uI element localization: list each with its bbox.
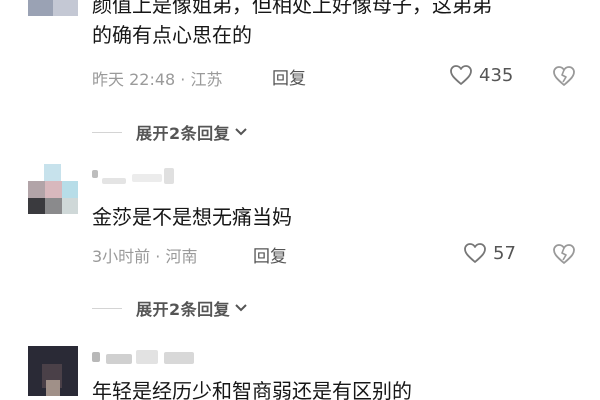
expand-replies-label: 展开2条回复 [136,124,231,143]
broken-heart-icon[interactable] [552,243,576,265]
heart-outline-icon [450,65,472,85]
comment-text: 年轻是经历少和智商弱还是有区别的 [92,376,412,400]
username[interactable] [92,350,202,364]
comment-item: 金莎是不是想无痛当妈 3小时前 · 河南 回复 57 展开2条回复 [0,150,600,340]
expand-replies-button[interactable]: 展开2条回复 [92,120,248,144]
like-count: 435 [479,64,514,86]
comment-text-line: 金莎是不是想无痛当妈 [92,205,292,229]
comment-text-line: 年轻是经历少和智商弱还是有区别的 [92,379,412,400]
like-count: 57 [493,242,516,264]
avatar[interactable] [28,164,78,214]
avatar[interactable] [28,0,78,16]
comment-meta: 3小时前 · 河南 [92,247,198,266]
username[interactable] [92,168,182,184]
comment-item: 颜值上是像姐弟，但相处上好像母子，这弟弟 的确有点心思在的 昨天 22:48 ·… [0,0,600,150]
comment-item: 年轻是经历少和智商弱还是有区别的 [0,340,600,400]
comment-text-line: 颜值上是像姐弟，但相处上好像母子，这弟弟 [92,0,492,17]
expand-replies-label: 展开2条回复 [136,300,231,319]
reply-button[interactable]: 回复 [253,242,287,267]
heart-outline-icon [464,243,486,263]
reply-button[interactable]: 回复 [272,64,306,89]
comment-text: 金莎是不是想无痛当妈 [92,202,292,232]
like-button[interactable]: 435 [449,64,513,86]
divider-line [92,131,122,133]
comment-meta: 昨天 22:48 · 江苏 [92,70,223,89]
divider-line [92,307,122,309]
broken-heart-icon[interactable] [552,65,576,87]
avatar[interactable] [28,346,78,396]
comment-text: 颜值上是像姐弟，但相处上好像母子，这弟弟 的确有点心思在的 [92,0,492,50]
comment-text-line: 的确有点心思在的 [92,23,252,47]
expand-replies-button[interactable]: 展开2条回复 [92,296,248,320]
like-button[interactable]: 57 [463,242,516,264]
chevron-down-icon [235,128,247,136]
chevron-down-icon [235,304,247,312]
